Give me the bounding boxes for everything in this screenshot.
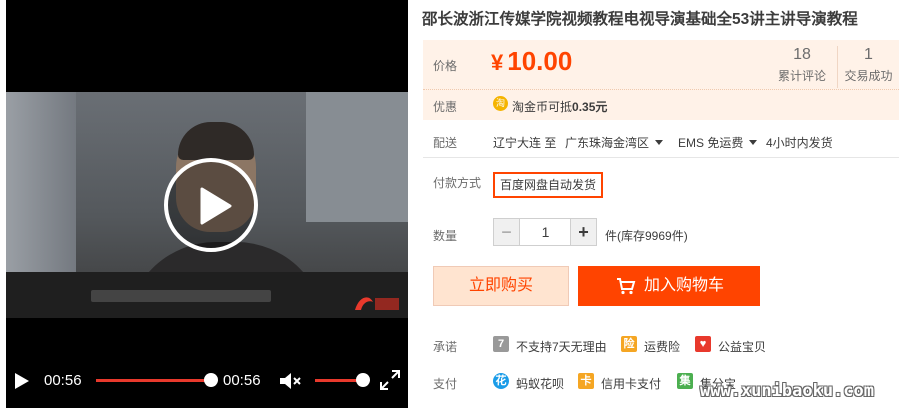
dispatch-time: 4小时内发货 bbox=[766, 136, 833, 150]
seek-bar[interactable] bbox=[96, 379, 210, 382]
seek-handle[interactable] bbox=[204, 373, 218, 387]
sales-count-stat: 1 交易成功 bbox=[837, 46, 899, 88]
shipping-destination: 广东珠海金湾区 bbox=[565, 136, 650, 150]
video-player[interactable] bbox=[6, 0, 408, 408]
promise-label: 承诺 bbox=[433, 340, 458, 354]
review-count-label: 累计评论 bbox=[777, 69, 826, 83]
quantity-decrease-button[interactable]: − bbox=[494, 219, 520, 245]
payment-label: 蚂蚁花呗 bbox=[516, 377, 565, 391]
chevron-down-icon bbox=[749, 140, 758, 145]
duration: 00:56 bbox=[223, 372, 261, 389]
volume-handle[interactable] bbox=[356, 373, 370, 387]
shipping-method-select[interactable]: EMS 免运费 bbox=[678, 134, 758, 151]
review-count-stat[interactable]: 18 累计评论 bbox=[771, 46, 833, 84]
jifenbao-icon: 集 bbox=[677, 373, 693, 389]
service-label: 公益宝贝 bbox=[718, 340, 767, 354]
promo-divider bbox=[423, 89, 899, 90]
taobao-coin-icon: 淘 bbox=[493, 96, 508, 111]
payment-method-label: 付款方式 bbox=[433, 176, 482, 190]
credit-card-icon: 卡 bbox=[578, 373, 594, 389]
shipping-method: EMS 免运费 bbox=[678, 136, 744, 150]
pay-label: 支付 bbox=[433, 377, 458, 391]
sales-count: 1 bbox=[864, 46, 873, 63]
review-count: 18 bbox=[793, 46, 811, 63]
price-label: 价格 bbox=[433, 59, 458, 73]
cart-icon bbox=[617, 278, 636, 295]
product-title: 邵长波浙江传媒学院视频教程电视导演基础全53讲主讲导演教程 bbox=[422, 11, 858, 28]
video-lecturer-hair bbox=[178, 122, 254, 160]
promo-description: 淘金币可抵 bbox=[512, 100, 573, 114]
stock-info: 件(库存9969件) bbox=[605, 229, 688, 243]
video-background-panel bbox=[306, 92, 408, 222]
add-to-cart-label: 加入购物车 bbox=[644, 277, 725, 294]
play-icon bbox=[200, 187, 232, 225]
quantity-label: 数量 bbox=[433, 229, 458, 243]
insurance-icon: 险 bbox=[621, 336, 637, 352]
quantity-increase-button[interactable]: + bbox=[570, 219, 596, 245]
broadcast-logo-icon bbox=[355, 297, 399, 310]
shipping-label: 配送 bbox=[433, 136, 458, 150]
video-keyboard bbox=[91, 290, 271, 302]
quantity-stepper: − + bbox=[493, 218, 597, 246]
huabei-icon: 花 bbox=[493, 373, 509, 389]
add-to-cart-button[interactable]: 加入购物车 bbox=[578, 266, 760, 306]
payment-option-baidu-pan[interactable]: 百度网盘自动发货 bbox=[493, 172, 603, 198]
promo-label: 优惠 bbox=[433, 100, 458, 114]
service-label: 不支持7天无理由 bbox=[516, 340, 607, 354]
fullscreen-icon[interactable] bbox=[379, 369, 401, 391]
shipping-origin: 辽宁大连 至 bbox=[493, 136, 557, 150]
play-overlay-button[interactable] bbox=[164, 158, 258, 252]
section-divider bbox=[423, 157, 899, 158]
price-amount: 10.00 bbox=[507, 46, 573, 76]
price-value: ¥10.00 bbox=[491, 46, 572, 77]
promo-text: 淘金币可抵0.35元 bbox=[512, 98, 607, 115]
chevron-down-icon bbox=[655, 140, 664, 145]
quantity-input[interactable] bbox=[521, 219, 570, 245]
site-watermark: www.xunibaoku.com bbox=[700, 381, 874, 401]
play-icon[interactable] bbox=[14, 372, 30, 390]
service-label: 运费险 bbox=[644, 340, 681, 354]
promo-amount: 0.35元 bbox=[572, 100, 608, 114]
payment-label: 信用卡支付 bbox=[601, 377, 662, 391]
mute-icon[interactable] bbox=[278, 371, 302, 391]
price-box: 价格 ¥10.00 18 累计评论 1 交易成功 优惠 淘 淘金币可抵0.35元 bbox=[423, 40, 899, 120]
current-time: 00:56 bbox=[44, 372, 82, 389]
seven-day-icon: 7 bbox=[493, 336, 509, 352]
heart-icon: ♥ bbox=[695, 336, 711, 352]
shipping-destination-select[interactable]: 广东珠海金湾区 bbox=[565, 134, 664, 151]
currency-symbol: ¥ bbox=[491, 50, 504, 75]
volume-bar[interactable] bbox=[315, 379, 359, 382]
sales-count-label: 交易成功 bbox=[844, 69, 893, 83]
buy-now-button[interactable]: 立即购买 bbox=[433, 266, 569, 306]
